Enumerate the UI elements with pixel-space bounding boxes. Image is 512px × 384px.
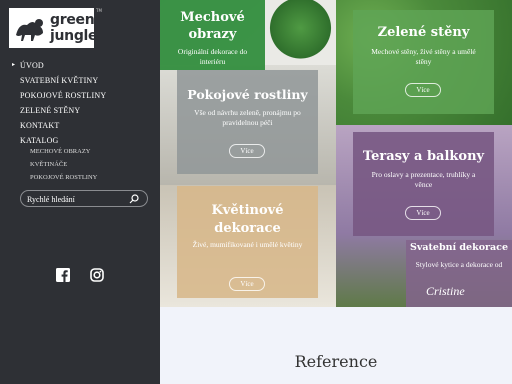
tile-svatebni-title: Svatební dekorace xyxy=(409,242,509,253)
menu-item-pokojove[interactable]: POKOJOVÉ ROSTLINY xyxy=(20,88,106,103)
tile-mechove-obrazy[interactable]: Mechové obrazy Originální dekorace do in… xyxy=(160,0,265,70)
tile-kvetinove-dekorace[interactable]: Květinové dekorace Živé, mumifikované i … xyxy=(177,186,318,298)
tile-pokojove-title: Pokojové rostliny xyxy=(187,87,308,102)
reference-section: Reference xyxy=(160,307,512,384)
main-menu: ÚVOD SVATEBNÍ KVĚTINY POKOJOVÉ ROSTLINY … xyxy=(20,58,106,148)
menu-item-uvod[interactable]: ÚVOD xyxy=(20,58,106,73)
tile-svatebni-dekorace[interactable]: Svatební dekorace Stylové kytice a dekor… xyxy=(406,240,512,307)
tile-zelene-steny[interactable]: Zelené stěny Mechové stěny, živé stěny a… xyxy=(353,10,494,114)
menu-item-kontakt[interactable]: KONTAKT xyxy=(20,118,106,133)
tile-terasy-balkony[interactable]: Terasy a balkony Pro oslavy a prezentace… xyxy=(353,132,494,236)
trademark: TM xyxy=(96,8,102,13)
kvetinove-more-button[interactable]: Více xyxy=(229,277,265,291)
logo[interactable]: green jungle xyxy=(9,8,98,48)
tile-kvetinove-desc: Živé, mumifikované i umělé květiny xyxy=(192,240,303,249)
tile-svatebni-script: Cristine xyxy=(426,284,465,298)
terasy-more-button[interactable]: Více xyxy=(405,206,441,220)
submenu-item-pokojove[interactable]: POKOJOVÉ ROSTLINY xyxy=(30,171,97,184)
instagram-icon[interactable] xyxy=(90,268,104,282)
tile-mechove-title: Mechové obrazy xyxy=(180,10,245,42)
facebook-icon[interactable] xyxy=(56,268,70,282)
tile-terasy-desc: Pro oslavy a prezentace, truhlíky a věnc… xyxy=(371,170,476,189)
reference-title: Reference xyxy=(294,352,378,371)
submenu-item-kvetinace[interactable]: KVĚTINÁČE xyxy=(30,158,97,171)
tile-pokojove-rostliny[interactable]: Pokojové rostliny Vše od návrhu zeleně, … xyxy=(177,70,318,174)
menu-item-svatebni[interactable]: SVATEBNÍ KVĚTINY xyxy=(20,73,106,88)
search-box xyxy=(20,190,148,207)
tile-pokojove-desc: Vše od návrhu zeleně, pronájmu po pravid… xyxy=(194,108,301,127)
brand-line1: green xyxy=(50,12,95,28)
monkey-logo-icon xyxy=(16,19,43,41)
tile-mechove-desc: Originální dekorace do interiéru xyxy=(177,47,248,66)
tile-zelene-title: Zelené stěny xyxy=(377,25,470,40)
tile-kvetinove-title: Květinové dekorace xyxy=(211,203,284,236)
search-input[interactable] xyxy=(27,193,127,205)
plant-image xyxy=(265,0,336,70)
submenu-item-mechove[interactable]: MECHOVÉ OBRAZY xyxy=(30,145,97,158)
menu-item-zelene[interactable]: ZELENÉ STĚNY xyxy=(20,103,106,118)
tile-terasy-title: Terasy a balkony xyxy=(362,149,485,164)
search-icon[interactable] xyxy=(129,194,139,204)
tile-zelene-desc: Mechové stěny, živé stěny a umělé stěny xyxy=(371,47,476,66)
sidebar: green jungle TM ÚVOD SVATEBNÍ KVĚTINY PO… xyxy=(0,0,160,384)
pokojove-more-button[interactable]: Více xyxy=(229,144,265,158)
tile-svatebni-desc: Stylové kytice a dekorace od xyxy=(415,260,503,269)
catalog-submenu: MECHOVÉ OBRAZY KVĚTINÁČE POKOJOVÉ ROSTLI… xyxy=(30,145,97,184)
brand-line2: jungle xyxy=(50,28,98,44)
zelene-more-button[interactable]: Více xyxy=(405,83,441,97)
